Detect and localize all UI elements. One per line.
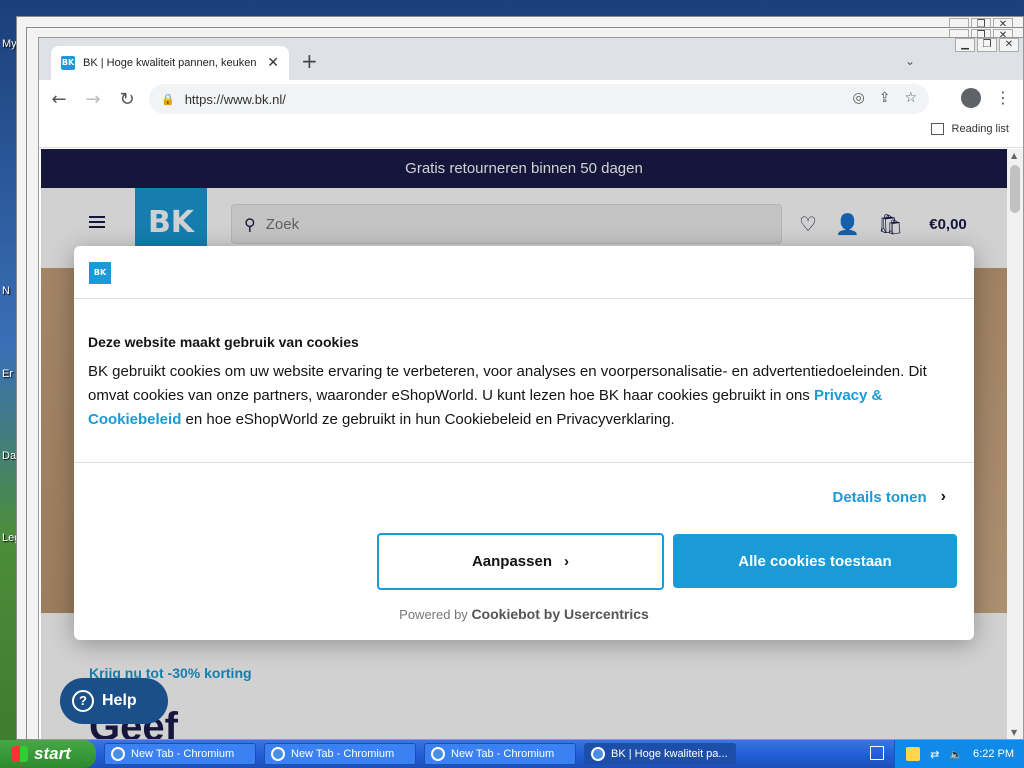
cookie-body-text: en hoe eShopWorld ze gebruikt in hun Coo… <box>181 411 675 428</box>
security-shield-icon[interactable] <box>906 747 921 761</box>
start-button[interactable]: start <box>0 740 96 768</box>
taskbar: start New Tab - Chromium New Tab - Chrom… <box>0 740 1024 768</box>
cookie-body-text: BK gebruikt cookies om uw website ervari… <box>88 363 927 404</box>
chevron-right-icon: › <box>564 553 570 570</box>
bookmark-star-icon[interactable]: ☆ <box>904 90 917 106</box>
volume-icon[interactable]: 🔈 <box>949 748 963 761</box>
taskbar-item[interactable]: New Tab - Chromium <box>424 743 576 765</box>
scroll-thumb[interactable] <box>1010 165 1020 213</box>
back-arrow-icon[interactable]: ← <box>45 85 73 113</box>
taskbar-item-label: New Tab - Chromium <box>131 748 235 760</box>
minimize-icon[interactable]: ▁ <box>955 38 975 52</box>
show-details-link[interactable]: Details tonen › <box>832 488 946 506</box>
omnibox-icons: ◎ ⇪ ☆ <box>852 90 917 106</box>
customize-label: Aanpassen <box>471 553 553 570</box>
address-url[interactable]: https://www.bk.nl/ <box>185 92 286 107</box>
chromium-icon <box>271 747 285 761</box>
divider <box>74 462 974 463</box>
show-details-label: Details tonen <box>832 488 927 506</box>
maximize-icon[interactable]: ❐ <box>977 38 997 52</box>
start-label: start <box>34 744 71 763</box>
profile-avatar-icon[interactable] <box>961 88 981 108</box>
reload-icon[interactable]: ↻ <box>113 85 141 113</box>
allow-all-cookies-button[interactable]: Alle cookies toestaan <box>673 534 957 588</box>
chromium-icon <box>111 747 125 761</box>
desktop-icon-label[interactable]: Er <box>2 368 13 380</box>
tab-bk[interactable]: BK BK | Hoge kwaliteit pannen, keuken ✕ <box>51 46 289 80</box>
share-icon[interactable]: ⇪ <box>879 90 891 106</box>
taskbar-item-label: New Tab - Chromium <box>291 748 395 760</box>
desktop-icon-label[interactable]: Da <box>2 450 16 462</box>
scroll-up-icon[interactable]: ▲ <box>1011 151 1017 160</box>
menu-kebab-icon[interactable]: ⋮ <box>995 88 1011 108</box>
network-icon[interactable]: ⇄ <box>930 748 939 761</box>
powered-by: Powered by Cookiebot by Usercentrics <box>74 606 974 622</box>
tab-close-icon[interactable]: ✕ <box>267 55 279 71</box>
lock-icon[interactable]: 🔒 <box>161 93 175 106</box>
bookmarks-bar: Reading list <box>39 118 1023 148</box>
new-tab-button[interactable]: + <box>301 51 318 71</box>
close-icon[interactable]: ✕ <box>999 38 1019 52</box>
cookie-body: BK gebruikt cookies om uw website ervari… <box>88 360 958 432</box>
eye-off-icon[interactable]: ◎ <box>852 90 864 106</box>
chromium-icon <box>431 747 445 761</box>
taskbar-item[interactable]: New Tab - Chromium <box>264 743 416 765</box>
tab-title: BK | Hoge kwaliteit pannen, keuken <box>83 57 257 69</box>
windows-flag-icon <box>12 746 28 762</box>
scroll-down-icon[interactable]: ▼ <box>1011 728 1017 737</box>
chevron-right-icon: › <box>940 488 946 505</box>
question-icon: ? <box>72 690 94 712</box>
powered-by-label: Powered by <box>399 607 468 622</box>
page-scrollbar[interactable]: ▲ ▼ <box>1007 149 1023 739</box>
help-label: Help <box>102 692 137 709</box>
keyboard-icon[interactable] <box>870 746 884 760</box>
divider <box>74 298 974 299</box>
reading-list-label: Reading list <box>951 123 1009 135</box>
system-tray: ⇄ 🔈 6:22 PM <box>894 740 1024 768</box>
taskbar-item-label: BK | Hoge kwaliteit pa... <box>611 748 728 760</box>
reading-list-icon <box>930 123 944 135</box>
browser-window-controls: ▁ ❐ ✕ <box>955 38 1019 52</box>
tab-search-chevron-icon[interactable]: ⌄ <box>905 54 915 68</box>
taskbar-item-active[interactable]: BK | Hoge kwaliteit pa... <box>584 743 736 765</box>
browser-toolbar: ← → ↻ 🔒 https://www.bk.nl/ ◎ ⇪ ☆ ⋮ <box>39 80 1023 118</box>
forward-arrow-icon[interactable]: → <box>79 85 107 113</box>
address-bar[interactable]: 🔒 https://www.bk.nl/ ◎ ⇪ ☆ <box>149 84 929 114</box>
clock[interactable]: 6:22 PM <box>973 748 1014 760</box>
tab-strip: BK BK | Hoge kwaliteit pannen, keuken ✕ … <box>39 38 1023 80</box>
cookiebot-brand[interactable]: Cookiebot by Usercentrics <box>471 606 648 622</box>
desktop-icon-label[interactable]: N <box>2 285 10 297</box>
bk-logo-small: BK <box>89 262 111 284</box>
cookie-consent-dialog: BK Deze website maakt gebruik van cookie… <box>74 246 974 640</box>
taskbar-item-label: New Tab - Chromium <box>451 748 555 760</box>
chromium-icon <box>591 747 605 761</box>
taskbar-item[interactable]: New Tab - Chromium <box>104 743 256 765</box>
reading-list-button[interactable]: Reading list <box>930 123 1009 135</box>
customize-button[interactable]: Aanpassen › <box>377 533 664 590</box>
cookie-title: Deze website maakt gebruik van cookies <box>88 334 359 350</box>
desktop-icon-label[interactable]: My <box>2 38 17 50</box>
help-button[interactable]: ? Help <box>60 678 168 724</box>
toolbar-right: ⋮ <box>961 88 1011 108</box>
bk-favicon-icon: BK <box>61 56 75 70</box>
